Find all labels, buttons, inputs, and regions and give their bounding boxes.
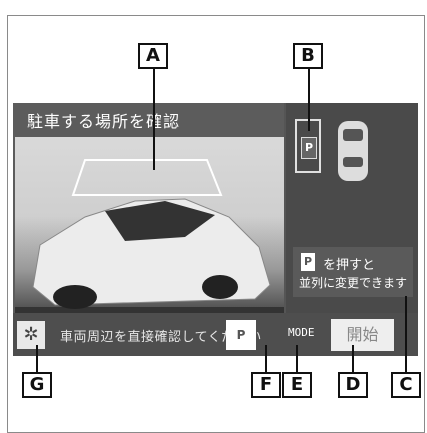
camera-image <box>15 159 284 313</box>
overhead-panel: P P を押すと 並列に変更できます <box>286 103 418 313</box>
screen-title: 駐車する場所を確認 <box>27 112 181 131</box>
leader-line-g <box>36 345 38 373</box>
leader-line-f <box>265 345 267 373</box>
parking-switch-button[interactable]: P <box>226 320 256 350</box>
mode-button[interactable]: MODE <box>288 326 315 339</box>
parking-icon: P <box>301 137 317 159</box>
leader-line-d <box>352 345 354 373</box>
callout-c: C <box>391 372 421 398</box>
info-line-1: を押すと <box>323 258 376 273</box>
info-message: P を押すと 並列に変更できます <box>293 247 413 297</box>
bottom-bar: ✲ 車両周辺を直接確認してください P MODE 開始 <box>13 313 418 356</box>
target-parking-frame[interactable] <box>71 159 223 196</box>
camera-view <box>15 137 284 313</box>
info-line-2: 並列に変更できます <box>299 276 408 290</box>
callout-g: G <box>22 372 52 398</box>
leader-line-c <box>405 296 407 373</box>
callout-d: D <box>338 372 368 398</box>
callout-b: B <box>293 43 323 69</box>
gear-icon: ✲ <box>23 324 39 345</box>
info-parking-icon: P <box>301 253 315 271</box>
callout-a: A <box>138 43 168 69</box>
leader-line-e <box>296 345 298 373</box>
parking-assist-screen: 駐車する場所を確認 P P を押すと 並列に変更できます ✲ 車両周辺を直接確認… <box>13 103 418 356</box>
parking-car-icon: P <box>236 328 246 342</box>
callout-f: F <box>251 372 281 398</box>
leader-line-a <box>153 67 155 170</box>
overhead-vehicle-icon <box>338 121 368 181</box>
camera-panel: 駐車する場所を確認 <box>13 103 284 313</box>
settings-button[interactable]: ✲ <box>17 321 45 349</box>
leader-line-b <box>308 67 310 131</box>
start-button[interactable]: 開始 <box>331 319 394 351</box>
callout-e: E <box>282 372 312 398</box>
